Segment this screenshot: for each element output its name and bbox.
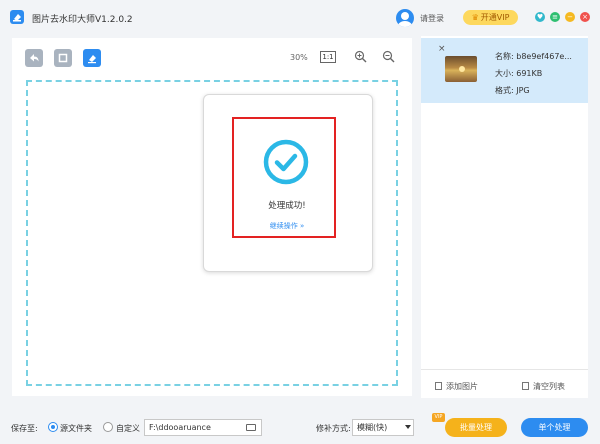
zoom-fit-button[interactable]: 1:1 <box>320 51 336 63</box>
close-button[interactable]: × <box>580 12 590 22</box>
continue-link[interactable]: 继续操作 » <box>212 221 362 231</box>
zoom-in-icon[interactable] <box>354 50 367 63</box>
zoom-percent: 30% <box>290 53 308 62</box>
open-vip-label: 开通VIP <box>480 13 510 22</box>
save-path-input[interactable]: F:\ddooaruance <box>144 419 262 436</box>
eraser-icon <box>88 55 96 64</box>
radio-source-folder-label[interactable]: 源文件夹 <box>60 423 92 434</box>
clear-list-button[interactable]: 清空列表 <box>522 381 565 392</box>
crop-button[interactable] <box>54 49 72 67</box>
radio-source-folder[interactable] <box>48 422 58 432</box>
folder-icon[interactable] <box>246 424 256 431</box>
trash-icon <box>522 382 529 390</box>
minimize-icon: − <box>567 13 573 21</box>
avatar-body <box>398 21 412 27</box>
crown-icon: ♛ <box>471 13 479 22</box>
skin-icon: ♥ <box>536 13 544 21</box>
undo-button[interactable] <box>25 49 43 67</box>
login-link[interactable]: 请登录 <box>420 13 444 24</box>
vip-badge: VIP <box>432 413 445 422</box>
skin-button[interactable]: ♥ <box>535 12 545 22</box>
success-check-icon <box>263 139 309 185</box>
clear-list-label: 清空列表 <box>533 382 565 391</box>
avatar-head <box>401 12 409 20</box>
remove-file-icon[interactable]: × <box>438 44 446 54</box>
zoom-out-icon[interactable] <box>382 50 395 63</box>
file-name: 名称: b8e9ef467e... <box>495 52 572 61</box>
eraser-button[interactable] <box>83 49 101 67</box>
batch-process-button[interactable]: 批量处理 <box>445 418 507 437</box>
file-list-panel: × 名称: b8e9ef467e... 大小: 691KB 格式: JPG 添加… <box>421 36 588 398</box>
panel-divider <box>421 369 588 370</box>
success-message: 处理成功! <box>268 201 306 211</box>
file-size: 大小: 691KB <box>495 69 543 78</box>
radio-custom-folder-label[interactable]: 自定义 <box>116 423 140 434</box>
thumbnail-sun <box>459 66 465 72</box>
close-icon: × <box>582 13 588 21</box>
menu-icon: ≡ <box>552 13 558 21</box>
app-title: 图片去水印大师V1.2.0.2 <box>32 15 133 25</box>
app-logo-icon <box>10 10 24 24</box>
minimize-button[interactable]: − <box>565 12 575 22</box>
file-format: 格式: JPG <box>495 86 530 95</box>
crop-icon <box>58 53 68 63</box>
repair-mode-label: 修补方式: <box>316 424 351 433</box>
add-image-button[interactable]: 添加图片 <box>435 381 478 392</box>
chevron-down-icon[interactable] <box>405 425 411 429</box>
add-file-icon <box>435 382 442 390</box>
save-to-label: 保存至: <box>11 424 38 433</box>
avatar-icon[interactable] <box>396 9 414 27</box>
menu-button[interactable]: ≡ <box>550 12 560 22</box>
file-thumbnail <box>445 56 477 82</box>
single-process-button[interactable]: 单个处理 <box>521 418 588 437</box>
open-vip-button[interactable]: ♛ 开通VIP <box>463 10 518 25</box>
file-list-item[interactable]: × 名称: b8e9ef467e... 大小: 691KB 格式: JPG <box>421 38 588 103</box>
radio-custom-folder[interactable] <box>103 422 113 432</box>
undo-icon <box>30 54 39 62</box>
add-image-label: 添加图片 <box>446 382 478 391</box>
